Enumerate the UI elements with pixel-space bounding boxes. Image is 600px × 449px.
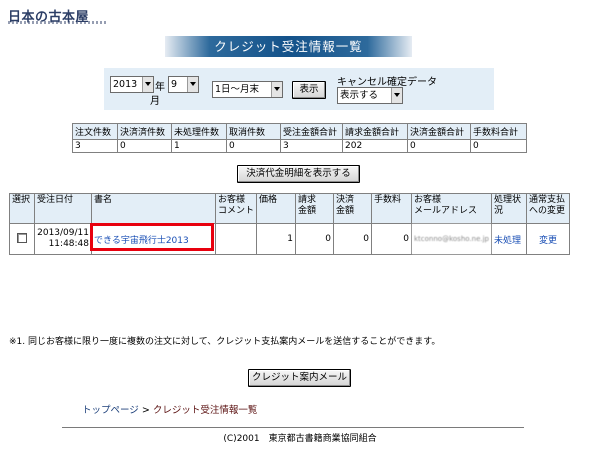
summary-header-cell: 受注金額合計 — [280, 123, 343, 140]
summary-value-cell: 0 — [117, 139, 172, 153]
summary-value-cell: 3 — [72, 139, 118, 153]
orders-header-cell: 決済 金額 — [333, 193, 372, 224]
table-row: 2013/09/11 11:48:48 できる宇宙飛行士2013 1 0 0 0… — [9, 223, 570, 255]
orders-header-cell: 選択 — [9, 193, 35, 224]
chevron-down-icon — [187, 77, 198, 92]
year-select[interactable]: 2013 — [110, 76, 154, 93]
summary-header-cell: 請求金額合計 — [342, 123, 408, 140]
book-title-cell: できる宇宙飛行士2013 — [91, 223, 216, 255]
month-select[interactable]: 9 — [168, 76, 199, 93]
cancel-data-label: キャンセル確定データ — [337, 77, 437, 88]
summary-value-cell: 1 — [171, 139, 227, 153]
chevron-down-icon — [391, 88, 402, 103]
summary-header-cell: 取消件数 — [226, 123, 281, 140]
orders-header-cell: お客様 メールアドレス — [411, 193, 492, 224]
summary-value-cell: 0 — [470, 139, 527, 153]
summary-value-cell: 202 — [342, 139, 408, 153]
orders-header-cell: お客様 コメント — [215, 193, 257, 224]
breadcrumb: トップページ > クレジット受注情報一覧 — [82, 402, 257, 416]
orders-header-cell: 受注日付 — [34, 193, 92, 224]
year-select-value: 2013 — [113, 79, 138, 90]
month-select-value: 9 — [171, 79, 178, 90]
page-title: クレジット受注情報一覧 — [165, 36, 412, 57]
status-cell: 未処理 — [491, 223, 527, 255]
summary-value-cell: 0 — [407, 139, 471, 153]
site-logo[interactable]: 日本の古本屋 — [8, 6, 106, 25]
summary-header-row: 注文件数 決済済件数 未処理件数 取消件数 受注金額合計 請求金額合計 決済金額… — [72, 123, 527, 140]
credit-guide-mail-button[interactable]: クレジット案内メール — [248, 369, 351, 387]
summary-header-cell: 決済済件数 — [117, 123, 172, 140]
year-suffix-label: 年 — [155, 82, 165, 93]
breadcrumb-separator: > — [141, 405, 150, 416]
status-link[interactable]: 未処理 — [494, 236, 521, 246]
book-title-link[interactable]: できる宇宙飛行士2013 — [94, 236, 189, 246]
customer-email-cell: ktconno@kosho.ne.jp — [411, 223, 492, 255]
chevron-down-icon — [271, 82, 282, 97]
footer-copyright: (C)2001 東京都古書籍商業協同組合 — [223, 434, 377, 444]
customer-email: ktconno@kosho.ne.jp — [414, 235, 489, 243]
footer-divider — [62, 427, 524, 428]
summary-value-cell: 3 — [280, 139, 343, 153]
select-cell — [9, 223, 35, 255]
show-settlement-details-button[interactable]: 決済代金明細を表示する — [237, 165, 360, 183]
chevron-down-icon — [142, 77, 153, 92]
customer-comment-cell — [215, 223, 257, 255]
orders-header-cell: 価格 — [256, 193, 296, 224]
billing-amount-cell: 0 — [295, 223, 334, 255]
order-time: 11:48:48 — [48, 239, 89, 249]
change-payment-link[interactable]: 変更 — [539, 236, 557, 246]
orders-header-cell: 通常支払 への変更 — [526, 193, 570, 224]
select-checkbox[interactable] — [17, 232, 27, 243]
breadcrumb-top-link[interactable]: トップページ — [82, 405, 139, 416]
order-date-cell: 2013/09/11 11:48:48 — [34, 223, 92, 255]
show-button[interactable]: 表示 — [292, 81, 326, 99]
cancel-data-select[interactable]: 表示する — [337, 87, 403, 104]
logo-underline-decoration — [8, 21, 106, 24]
orders-header-cell: 手数料 — [371, 193, 412, 224]
orders-header-row: 選択 受注日付 書名 お客様 コメント 価格 請求 金額 決済 金額 手数料 お… — [9, 193, 570, 224]
order-date: 2013/09/11 — [37, 228, 89, 238]
cancel-data-value: 表示する — [340, 90, 379, 101]
summary-table: 注文件数 決済済件数 未処理件数 取消件数 受注金額合計 請求金額合計 決済金額… — [72, 123, 527, 153]
day-range-value: 1日～月末 — [215, 84, 260, 95]
summary-value-row: 3 0 1 0 3 202 0 0 — [72, 139, 527, 153]
price-cell: 1 — [256, 223, 296, 255]
summary-header-cell: 未処理件数 — [171, 123, 227, 140]
orders-header-cell: 書名 — [91, 193, 216, 224]
month-suffix-label: 月 — [150, 96, 160, 107]
day-range-select[interactable]: 1日～月末 — [212, 81, 283, 98]
orders-table: 選択 受注日付 書名 お客様 コメント 価格 請求 金額 決済 金額 手数料 お… — [9, 193, 570, 255]
orders-header-cell: 処理状 況 — [491, 193, 527, 224]
note-text: ※1. 同じお客様に限り一度に複数の注文に対して、クレジット支払案内メールを送信… — [9, 337, 441, 347]
orders-header-cell: 請求 金額 — [295, 193, 334, 224]
fee-cell: 0 — [371, 223, 412, 255]
summary-header-cell: 注文件数 — [72, 123, 118, 140]
settlement-amount-cell: 0 — [333, 223, 372, 255]
summary-header-cell: 手数料合計 — [470, 123, 527, 140]
breadcrumb-current: クレジット受注情報一覧 — [152, 405, 258, 416]
change-payment-cell: 変更 — [526, 223, 570, 255]
filter-panel: 2013 年 9 月 1日～月末 表示 キャンセル確定データ 表示する — [104, 68, 494, 110]
summary-value-cell: 0 — [226, 139, 281, 153]
summary-header-cell: 決済金額合計 — [407, 123, 471, 140]
